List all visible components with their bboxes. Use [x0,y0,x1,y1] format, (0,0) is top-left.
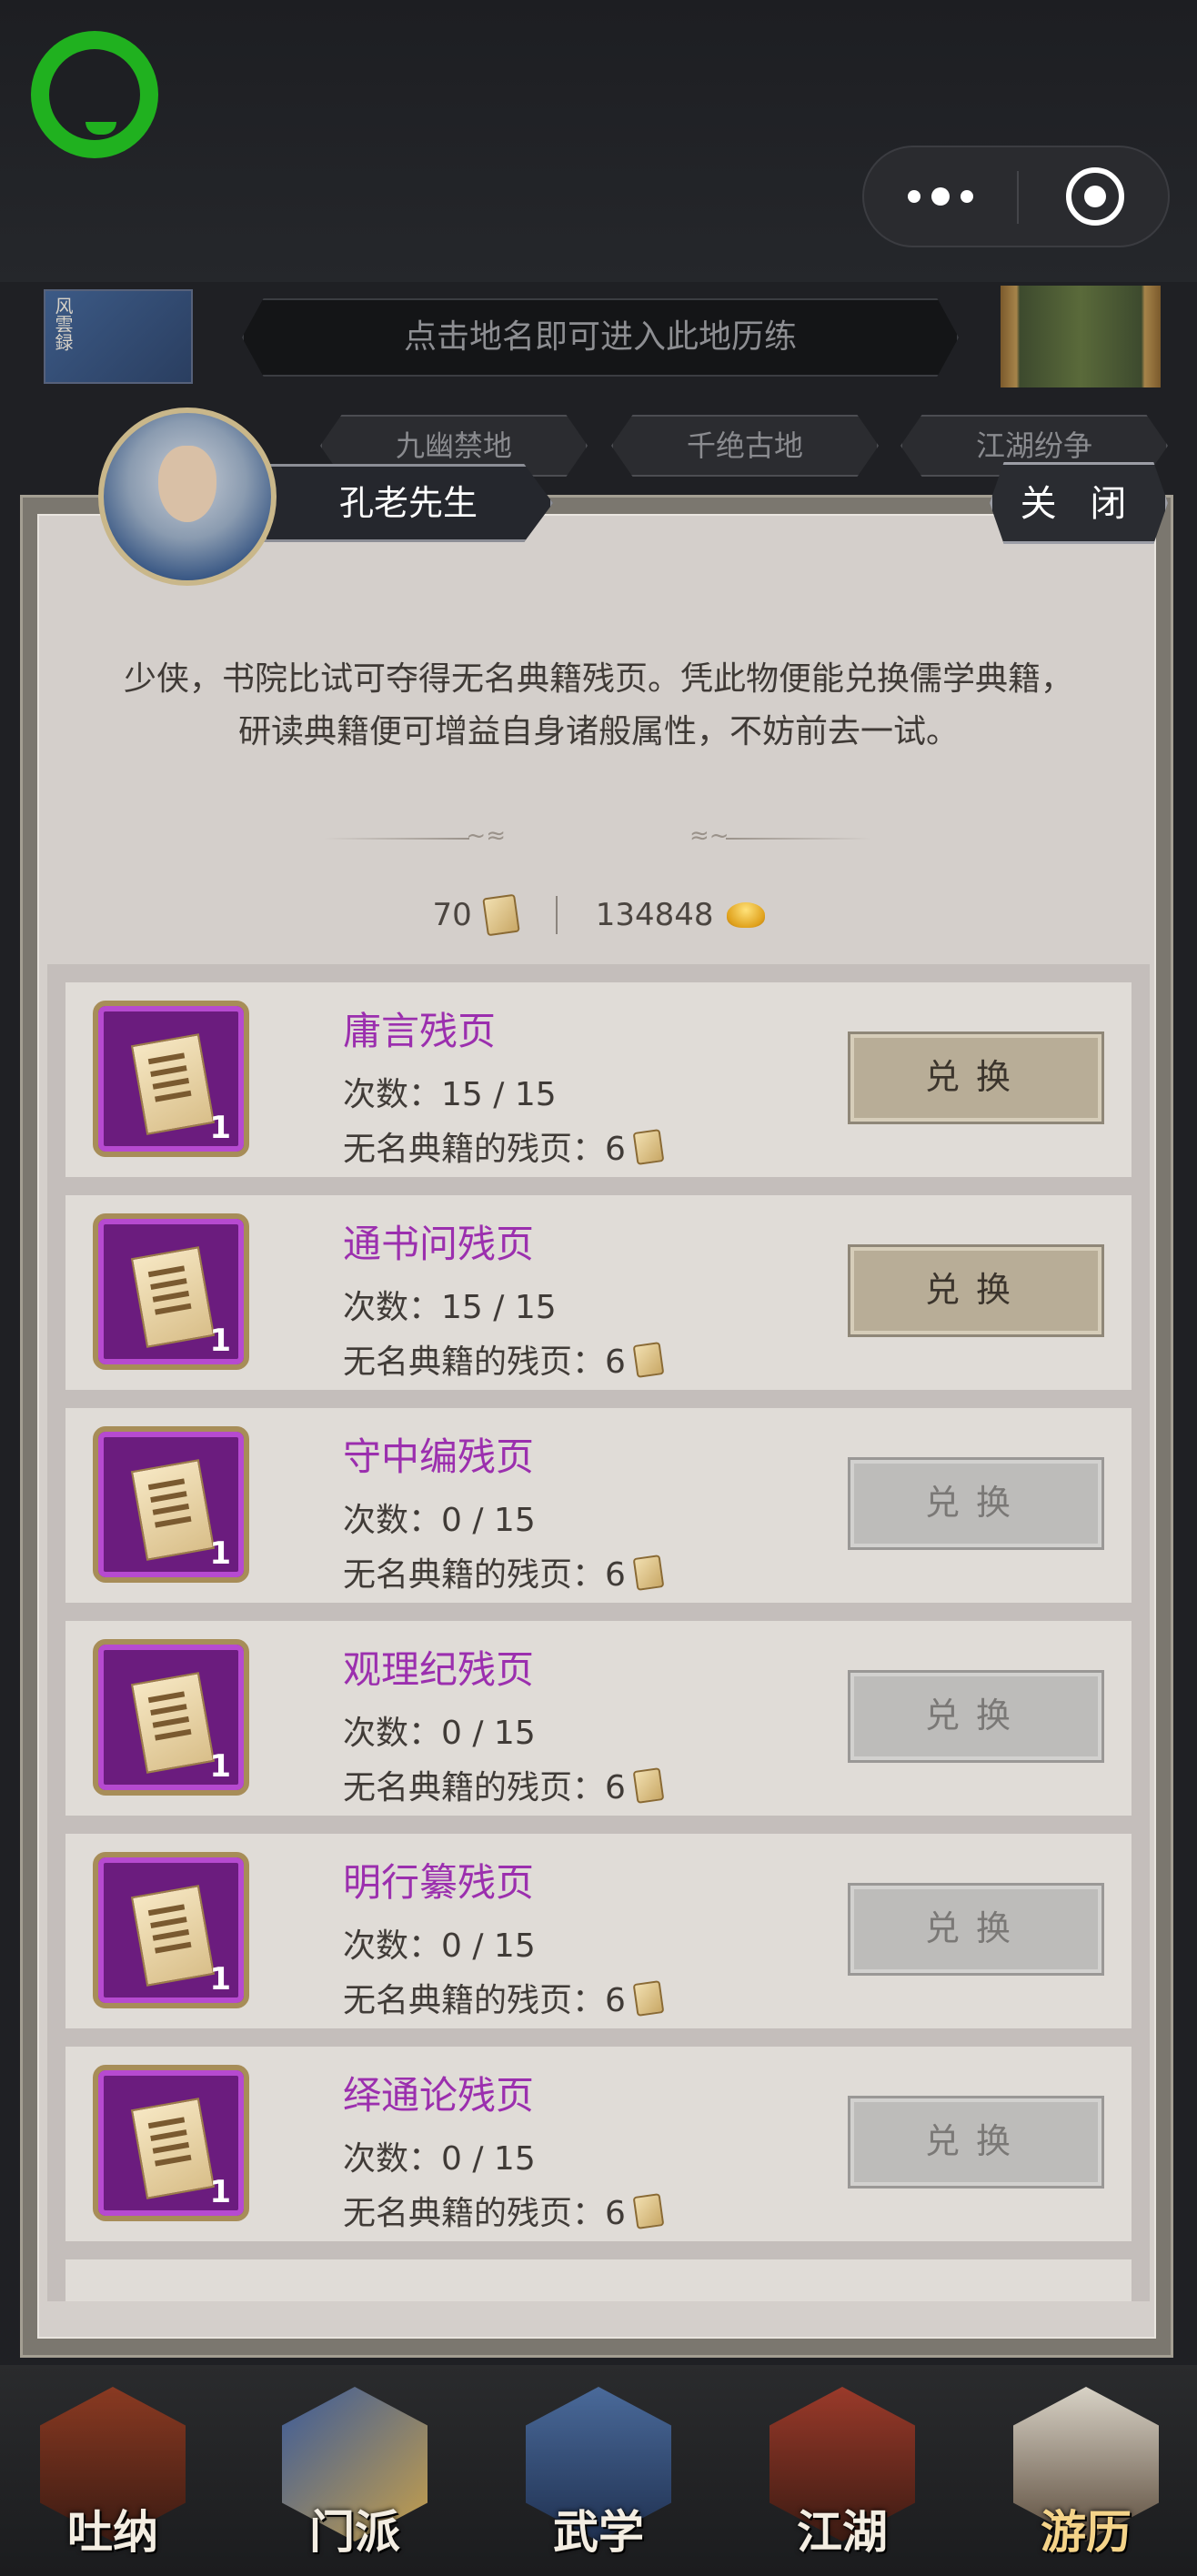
nav-menpai[interactable]: 门派 [264,2387,446,2569]
book-fragment-icon[interactable]: 1 [93,1213,249,1370]
exchange-button[interactable]: 兑换 [848,2096,1104,2189]
item-times: 次数：0 / 15 [343,1502,536,1539]
item-cost: 无名典籍的残页：6 [343,1122,665,1170]
gold-ingot-icon [726,902,765,928]
nav-label: 武学 [553,2505,644,2559]
book-fragment-icon[interactable]: 1 [93,1001,249,1157]
item-times: 次数：0 / 15 [343,2140,536,2178]
divider-ornament-left [324,822,506,850]
nav-label: 吐纳 [67,2505,158,2559]
divider-ornament-right [689,822,871,850]
top-bar [0,0,1197,282]
capsule-divider [1017,171,1019,224]
book-fragment-icon[interactable]: 1 [93,1852,249,2008]
location-tab-qianjue[interactable]: 千绝古地 [611,415,879,477]
item-times: 次数：15 / 15 [343,1289,557,1326]
exchange-item: 1 通书问残页 次数：15 / 15 无名典籍的残页：6 兑换 [65,1195,1132,1390]
nav-youli[interactable]: 游历 [995,2387,1177,2569]
exchange-item: 1 守中编残页 次数：0 / 15 无名典籍的残页：6 兑换 [65,1408,1132,1603]
more-icon[interactable] [908,182,973,211]
item-name: 观理纪残页 [343,1647,535,1692]
nav-label: 江湖 [797,2505,888,2559]
bottom-nav: 吐纳 门派 武学 江湖 游历 [0,2365,1197,2576]
page-count: 70 [432,897,472,933]
item-name: 绎通论残页 [343,2073,535,2118]
item-times: 次数：0 / 15 [343,1715,536,1752]
exchange-button[interactable]: 兑换 [848,1244,1104,1337]
exchange-list[interactable]: 1 庸言残页 次数：15 / 15 无名典籍的残页：6 兑换 1 通书问残页 次… [47,964,1150,2301]
exchange-button[interactable]: 兑换 [848,1457,1104,1550]
book-page-icon [632,1980,665,2017]
book-page-icon [632,2193,665,2229]
item-times: 次数：15 / 15 [343,1076,557,1113]
item-count: 1 [209,1535,231,1572]
book-page-icon [632,1129,665,1165]
item-name: 通书问残页 [343,1222,535,1266]
item-count: 1 [209,2174,231,2210]
nav-label: 门派 [309,2505,400,2559]
item-cost: 无名典籍的残页：6 [343,1335,665,1383]
app-logo-icon[interactable] [31,31,158,158]
book-page-icon [632,1342,665,1378]
close-mini-program-icon[interactable] [1066,167,1124,226]
item-count: 1 [209,1748,231,1785]
exchange-item: 1 观理纪残页 次数：0 / 15 无名典籍的残页：6 兑换 [65,1621,1132,1816]
npc-name: 孔老先生 [264,464,553,542]
item-name: 庸言残页 [343,1009,497,1053]
gold-count: 134848 [595,897,714,933]
location-hint: 点击地名即可进入此地历练 [242,298,959,377]
exchange-item: 1 明行纂残页 次数：0 / 15 无名典籍的残页：6 兑换 [65,1834,1132,2028]
nav-jianghu[interactable]: 江湖 [751,2387,933,2569]
map-thumbnail-icon[interactable] [44,289,193,384]
exchange-item: 1 绎通论残页 次数：0 / 15 无名典籍的残页：6 兑换 [65,2047,1132,2241]
item-count: 1 [209,1110,231,1146]
currency-bar: 70 134848 [0,890,1197,941]
exchange-button[interactable]: 兑换 [848,1670,1104,1763]
book-fragment-icon[interactable]: 1 [93,1639,249,1796]
mini-program-capsule [862,146,1170,247]
npc-intro-text: 少侠，书院比试可夺得无名典籍残页。凭此物便能兑换儒学典籍，研读典籍便可增益自身诸… [123,660,1073,750]
item-count: 1 [209,1961,231,1997]
exchange-item-partial [65,2259,1132,2301]
close-button[interactable]: 关 闭 [990,462,1168,544]
currency-separator [555,896,558,934]
book-page-icon [632,1555,665,1591]
exchange-button[interactable]: 兑换 [848,1883,1104,1976]
item-cost: 无名典籍的残页：6 [343,1761,665,1808]
item-name: 守中编残页 [343,1434,535,1479]
book-fragment-icon[interactable]: 1 [93,1426,249,1583]
item-cost: 无名典籍的残页：6 [343,1974,665,2021]
item-cost: 无名典籍的残页：6 [343,1548,665,1595]
item-name: 明行纂残页 [343,1860,535,1905]
book-page-icon [481,893,520,937]
book-page-icon [632,1767,665,1804]
npc-portrait-avatar [98,408,277,586]
nav-tuna[interactable]: 吐纳 [22,2387,204,2569]
exchange-item: 1 庸言残页 次数：15 / 15 无名典籍的残页：6 兑换 [65,982,1132,1177]
item-count: 1 [209,1323,231,1359]
book-fragment-icon[interactable]: 1 [93,2065,249,2221]
nav-wuxue[interactable]: 武学 [508,2387,689,2569]
nav-label: 游历 [1041,2505,1132,2559]
item-cost: 无名典籍的残页：6 [343,2187,665,2234]
scroll-map-icon[interactable] [1001,286,1161,387]
exchange-button[interactable]: 兑换 [848,1031,1104,1124]
item-times: 次数：0 / 15 [343,1927,536,1965]
